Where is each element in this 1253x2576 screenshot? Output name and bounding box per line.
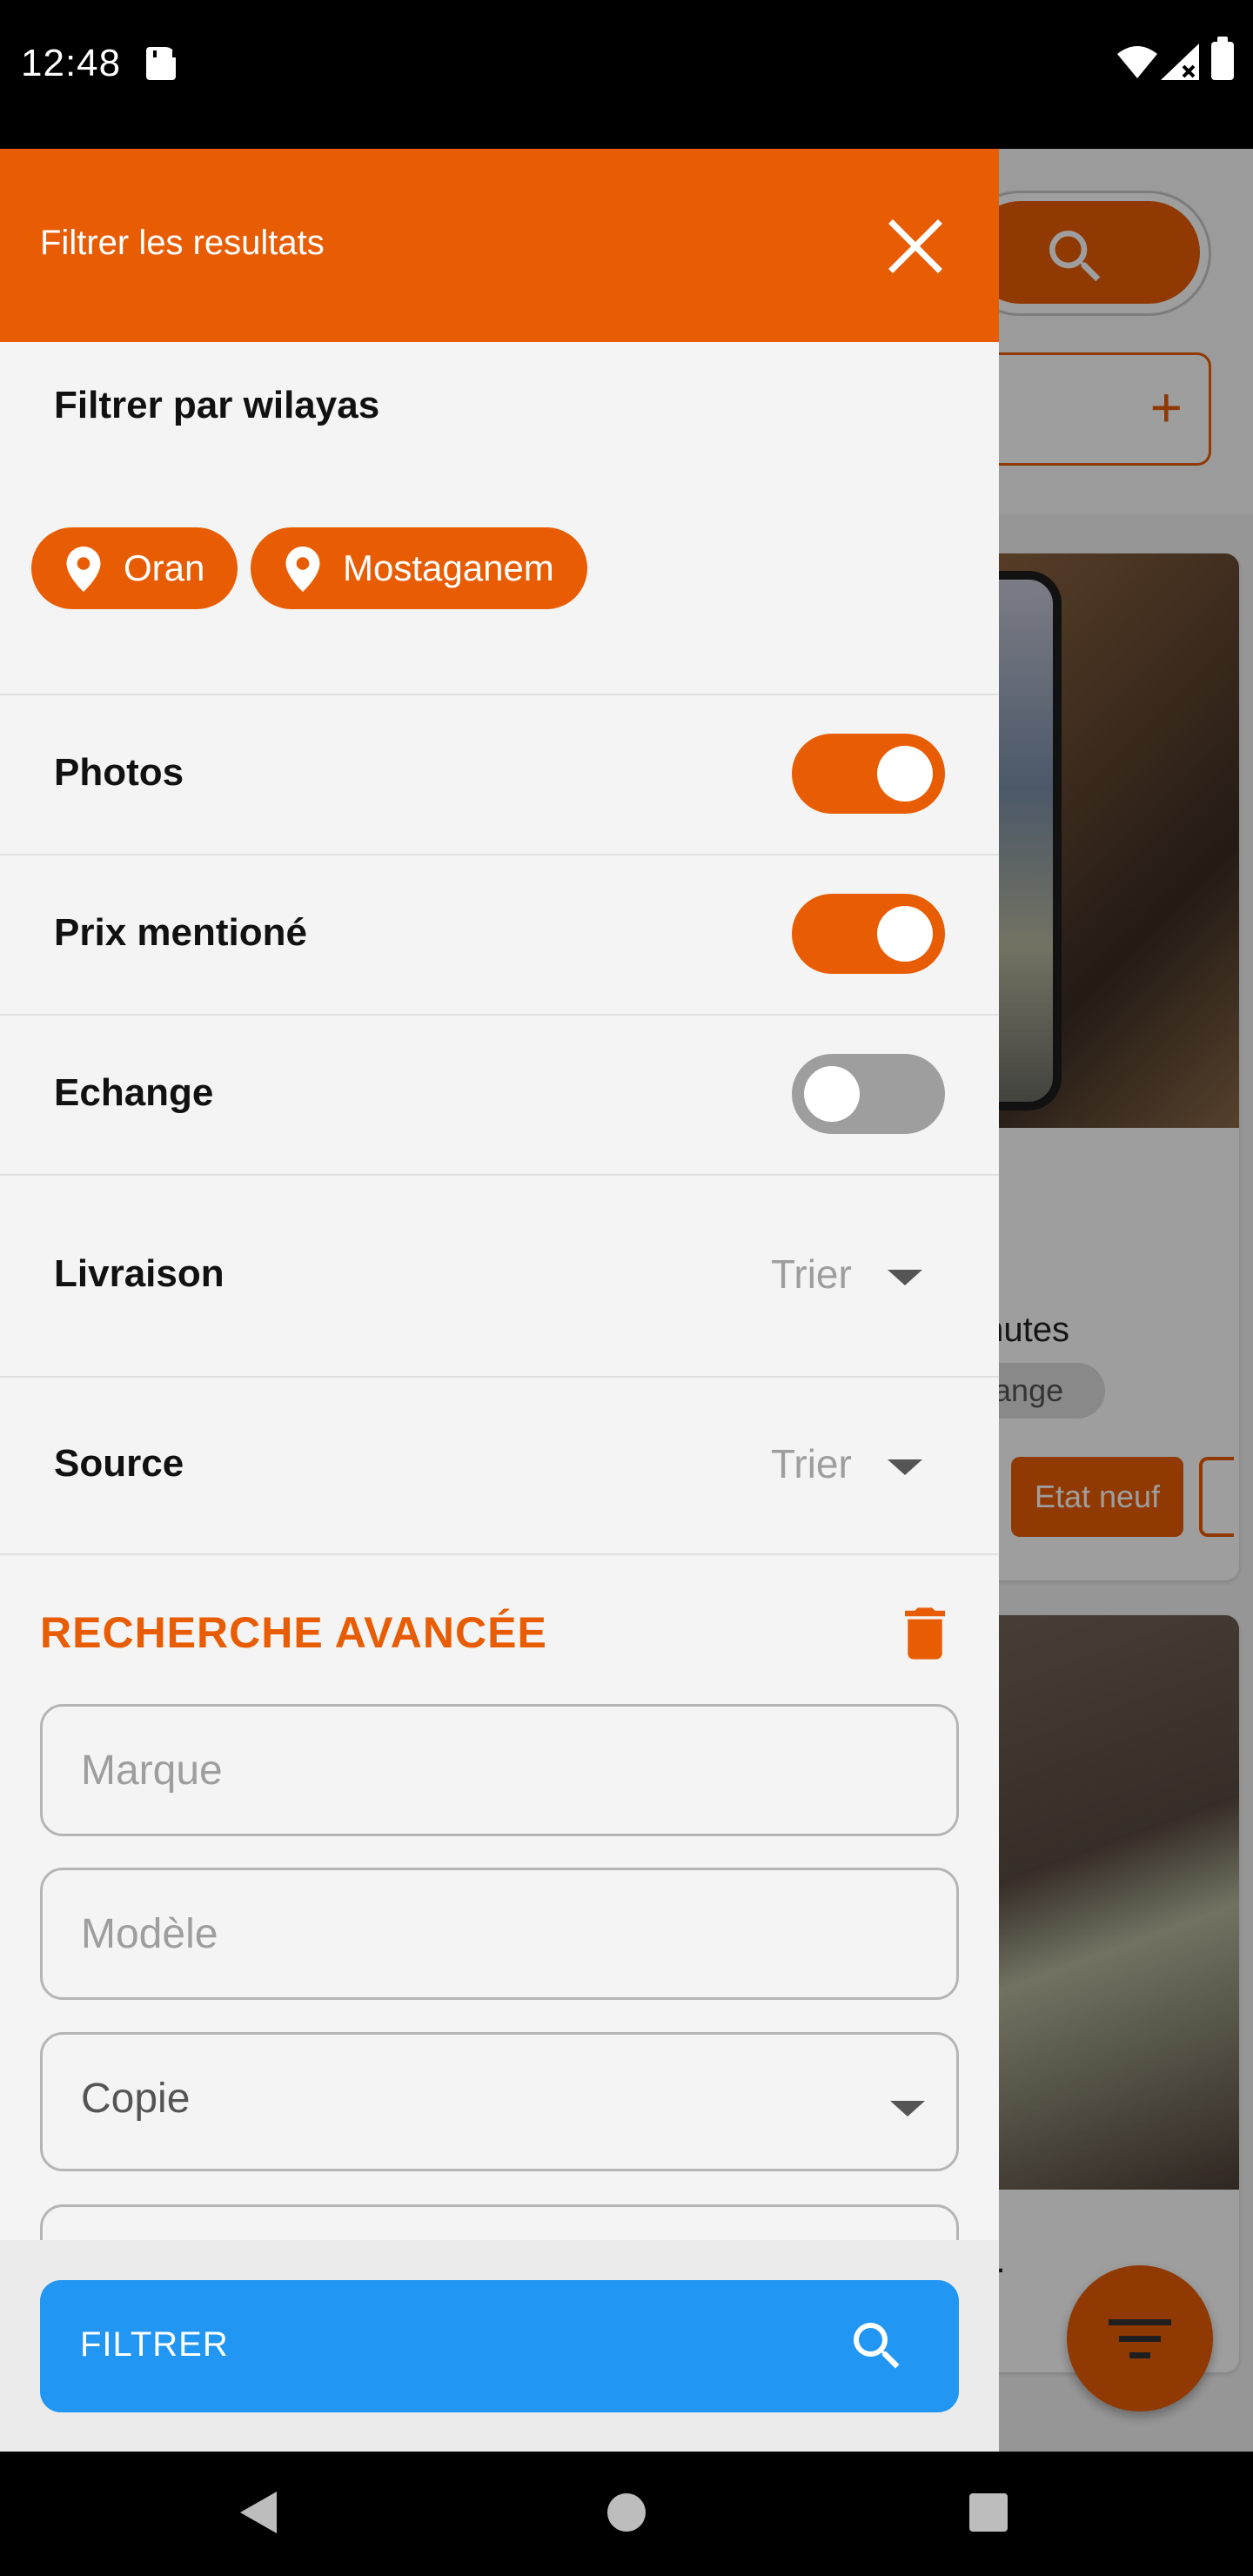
- toggle-label: Echange: [54, 1071, 214, 1114]
- wilayas-title: Filtrer par wilayas: [54, 384, 380, 426]
- wilaya-chip-oran[interactable]: Oran: [31, 527, 238, 609]
- toggle-label: Photos: [54, 751, 184, 794]
- toggle-knob: [804, 1066, 860, 1122]
- status-time: 12:48: [21, 42, 122, 84]
- filter-drawer: Filtrer les resultats Filtrer par wilaya…: [0, 149, 999, 2452]
- advanced-search-title: RECHERCHE AVANCÉE: [40, 1608, 547, 1657]
- toggle-knob: [877, 746, 933, 802]
- back-icon[interactable]: [240, 2492, 277, 2533]
- location-pin-icon: [285, 547, 320, 592]
- divider: [0, 1553, 999, 1555]
- toggle-knob: [877, 906, 933, 962]
- navigation-bar: [0, 2452, 1253, 2576]
- filter-button-label: FILTRER: [80, 2325, 229, 2364]
- battery-icon: [1211, 37, 1234, 80]
- recents-icon[interactable]: [969, 2493, 1008, 2532]
- toggle-row-prix: Prix mentioné: [0, 854, 999, 1014]
- close-icon[interactable]: [888, 218, 943, 274]
- chevron-down-icon[interactable]: [890, 2101, 925, 2116]
- location-pin-icon: [66, 547, 101, 592]
- prix-toggle[interactable]: [792, 894, 945, 974]
- drawer-header: Filtrer les resultats: [0, 149, 999, 342]
- filter-button[interactable]: FILTRER: [40, 2280, 959, 2412]
- modele-input[interactable]: [81, 1870, 916, 1997]
- sd-card-icon: [146, 47, 176, 80]
- modele-field[interactable]: [40, 1868, 959, 2000]
- marque-input[interactable]: [81, 1707, 916, 1834]
- wilaya-chip-mostaganem[interactable]: Mostaganem: [251, 527, 587, 609]
- livraison-dropdown-value[interactable]: Trier: [771, 1251, 852, 1298]
- chevron-down-icon[interactable]: [888, 1270, 922, 1285]
- dropdown-label: Livraison: [54, 1252, 224, 1295]
- drawer-title: Filtrer les resultats: [40, 224, 325, 262]
- trash-icon[interactable]: [905, 1607, 945, 1660]
- photos-toggle[interactable]: [792, 734, 945, 814]
- dropdown-label: Source: [54, 1442, 184, 1485]
- copie-select-value: Copie: [81, 2076, 191, 2122]
- toggle-label: Prix mentioné: [54, 911, 307, 954]
- wifi-icon: [1117, 46, 1157, 78]
- home-icon[interactable]: [607, 2493, 646, 2532]
- toggle-row-photos: Photos: [0, 694, 999, 854]
- wilaya-chip-label: Mostaganem: [343, 547, 554, 588]
- wilaya-chip-label: Oran: [124, 547, 205, 588]
- dropdown-row-livraison[interactable]: Livraison Trier: [0, 1174, 999, 1376]
- status-bar: 12:48: [0, 0, 1253, 149]
- marque-field[interactable]: [40, 1704, 959, 1836]
- filter-action-bar: FILTRER: [0, 2240, 999, 2452]
- dropdown-row-source[interactable]: Source Trier: [0, 1376, 999, 1553]
- chevron-down-icon[interactable]: [888, 1459, 922, 1475]
- signal-icon: [1161, 44, 1199, 80]
- copie-select[interactable]: Copie: [40, 2032, 959, 2171]
- toggle-row-echange: Echange: [0, 1014, 999, 1174]
- source-dropdown-value[interactable]: Trier: [771, 1440, 852, 1487]
- echange-toggle[interactable]: [792, 1054, 945, 1134]
- search-icon: [854, 2323, 900, 2369]
